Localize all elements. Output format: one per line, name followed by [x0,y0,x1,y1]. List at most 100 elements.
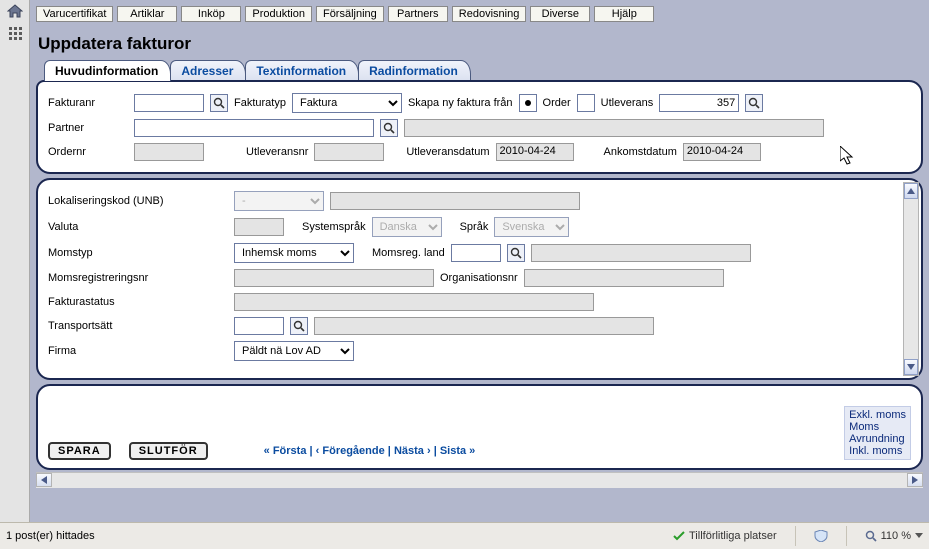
label-fakturanr: Fakturanr [48,97,128,109]
status-bar: 1 post(er) hittades Tillförlitliga plats… [0,522,929,549]
lookup-fakturanr-icon[interactable] [210,94,228,112]
check-icon [673,530,685,542]
totals-block: Exkl. moms Moms Avrundning Inkl. moms [844,406,911,460]
lookup-momsreg-land-icon[interactable] [507,244,525,262]
select-lokalisering: - [234,191,324,211]
details-scrollbar[interactable] [903,182,919,376]
menu-produktion[interactable]: Produktion [245,6,312,22]
menu-diverse[interactable]: Diverse [530,6,590,22]
label-fakturatyp: Fakturatyp [234,97,286,109]
finish-button[interactable]: SLUTFÖR [129,442,208,460]
label-lokalisering: Lokaliseringskod (UNB) [48,195,228,207]
totals-exkl: Exkl. moms [849,409,906,421]
label-utleverans: Utleverans [601,97,654,109]
label-valuta: Valuta [48,221,228,233]
tab-textinformation[interactable]: Textinformation [245,60,359,81]
scroll-down-icon[interactable] [904,359,918,375]
app-frame: Varucertifikat Artiklar Inköp Produktion… [0,0,929,522]
shield-icon [814,530,828,542]
horizontal-scrollbar[interactable] [36,472,923,488]
radio-utleverans[interactable] [577,94,595,112]
menu-artiklar[interactable]: Artiklar [117,6,177,22]
hscroll-right-icon[interactable] [907,473,923,487]
label-order: Order [543,97,571,109]
panel-footer: SPARA SLUTFÖR « Första | ‹ Föregående | … [36,384,923,470]
readonly-partner-desc [404,119,824,137]
lookup-transport-icon[interactable] [290,317,308,335]
label-fakturastatus: Fakturastatus [48,296,228,308]
tab-strip: Huvudinformation Adresser Textinformatio… [36,60,923,81]
pager-prev[interactable]: ‹ Föregående [316,445,385,457]
menu-hjalp[interactable]: Hjälp [594,6,654,22]
label-firma: Firma [48,345,228,357]
label-momstyp: Momstyp [48,247,228,259]
status-zoom[interactable]: 110 % [865,530,923,542]
scroll-track[interactable] [904,199,918,359]
pager-first[interactable]: « Första [264,445,307,457]
input-partner[interactable] [134,119,374,137]
totals-moms: Moms [849,421,906,433]
label-orgnr: Organisationsnr [440,272,518,284]
menu-partners[interactable]: Partners [388,6,448,22]
readonly-orgnr [524,269,724,287]
select-firma[interactable]: Päldt nä Lov AD [234,341,354,361]
label-momsregnr: Momsregistreringsnr [48,272,228,284]
panel-head: Fakturanr Fakturatyp Faktura Skapa ny fa… [36,80,923,174]
radio-order[interactable] [519,94,537,112]
lookup-partner-icon[interactable] [380,119,398,137]
hscroll-left-icon[interactable] [36,473,52,487]
menu-inkop[interactable]: Inköp [181,6,241,22]
input-transport[interactable] [234,317,284,335]
select-momstyp[interactable]: Inhemsk moms [234,243,354,263]
rail-grip-icon[interactable] [8,26,22,42]
tab-huvudinformation[interactable]: Huvudinformation [44,60,171,81]
input-momsreg-land[interactable] [451,244,501,262]
select-systemsprak: Danska [372,217,442,237]
readonly-valuta [234,218,284,236]
select-sprak: Svenska [494,217,569,237]
chevron-down-icon[interactable] [915,533,923,539]
readonly-ordernr [134,143,204,161]
pager-last[interactable]: Sista » [440,445,475,457]
details-scroll-view: Lokaliseringskod (UNB) - Valuta Systemsp… [48,188,895,370]
tab-radinformation[interactable]: Radinformation [358,60,471,81]
panel-details: Lokaliseringskod (UNB) - Valuta Systemsp… [36,178,923,380]
menu-redovisning[interactable]: Redovisning [452,6,527,22]
pager: « Första | ‹ Föregående | Nästa › | Sist… [264,445,476,457]
label-sprak: Språk [460,221,489,233]
input-fakturanr[interactable] [134,94,204,112]
label-transport: Transportsätt [48,320,228,332]
readonly-lokalisering-desc [330,192,580,210]
readonly-fakturastatus [234,293,594,311]
input-utleveransnr-new[interactable] [659,94,739,112]
status-trusted: Tillförlitliga platser [673,530,777,542]
label-ankomstdatum: Ankomstdatum [604,146,677,158]
main-column: Varucertifikat Artiklar Inköp Produktion… [30,0,929,522]
status-protected-mode [814,530,828,542]
readonly-transport-desc [314,317,654,335]
readonly-utleveransnr [314,143,384,161]
menu-varucertifikat[interactable]: Varucertifikat [36,6,113,22]
menu-forsaljning[interactable]: Försäljning [316,6,384,22]
label-systemsprak: Systemspråk [302,221,366,233]
readonly-utleveransdatum: 2010-04-24 [496,143,574,161]
tab-adresser[interactable]: Adresser [170,60,246,81]
home-icon[interactable] [7,4,23,18]
readonly-momsreg-land-desc [531,244,751,262]
pager-next[interactable]: Nästa › [394,445,431,457]
lookup-utleverans-icon[interactable] [745,94,763,112]
save-button[interactable]: SPARA [48,442,111,460]
status-left-text: 1 post(er) hittades [6,530,95,542]
totals-inkl: Inkl. moms [849,445,906,457]
left-rail [0,0,30,522]
label-momsreg-land: Momsreg. land [372,247,445,259]
readonly-momsregnr [234,269,434,287]
select-fakturatyp[interactable]: Faktura [292,93,402,113]
readonly-ankomstdatum: 2010-04-24 [683,143,761,161]
zoom-icon [865,530,877,542]
label-ordernr: Ordernr [48,146,128,158]
scroll-up-icon[interactable] [904,183,918,199]
page-title: Uppdatera fakturor [36,28,923,60]
label-utleveransnr: Utleveransnr [246,146,308,158]
label-utleveransdatum: Utleveransdatum [406,146,489,158]
